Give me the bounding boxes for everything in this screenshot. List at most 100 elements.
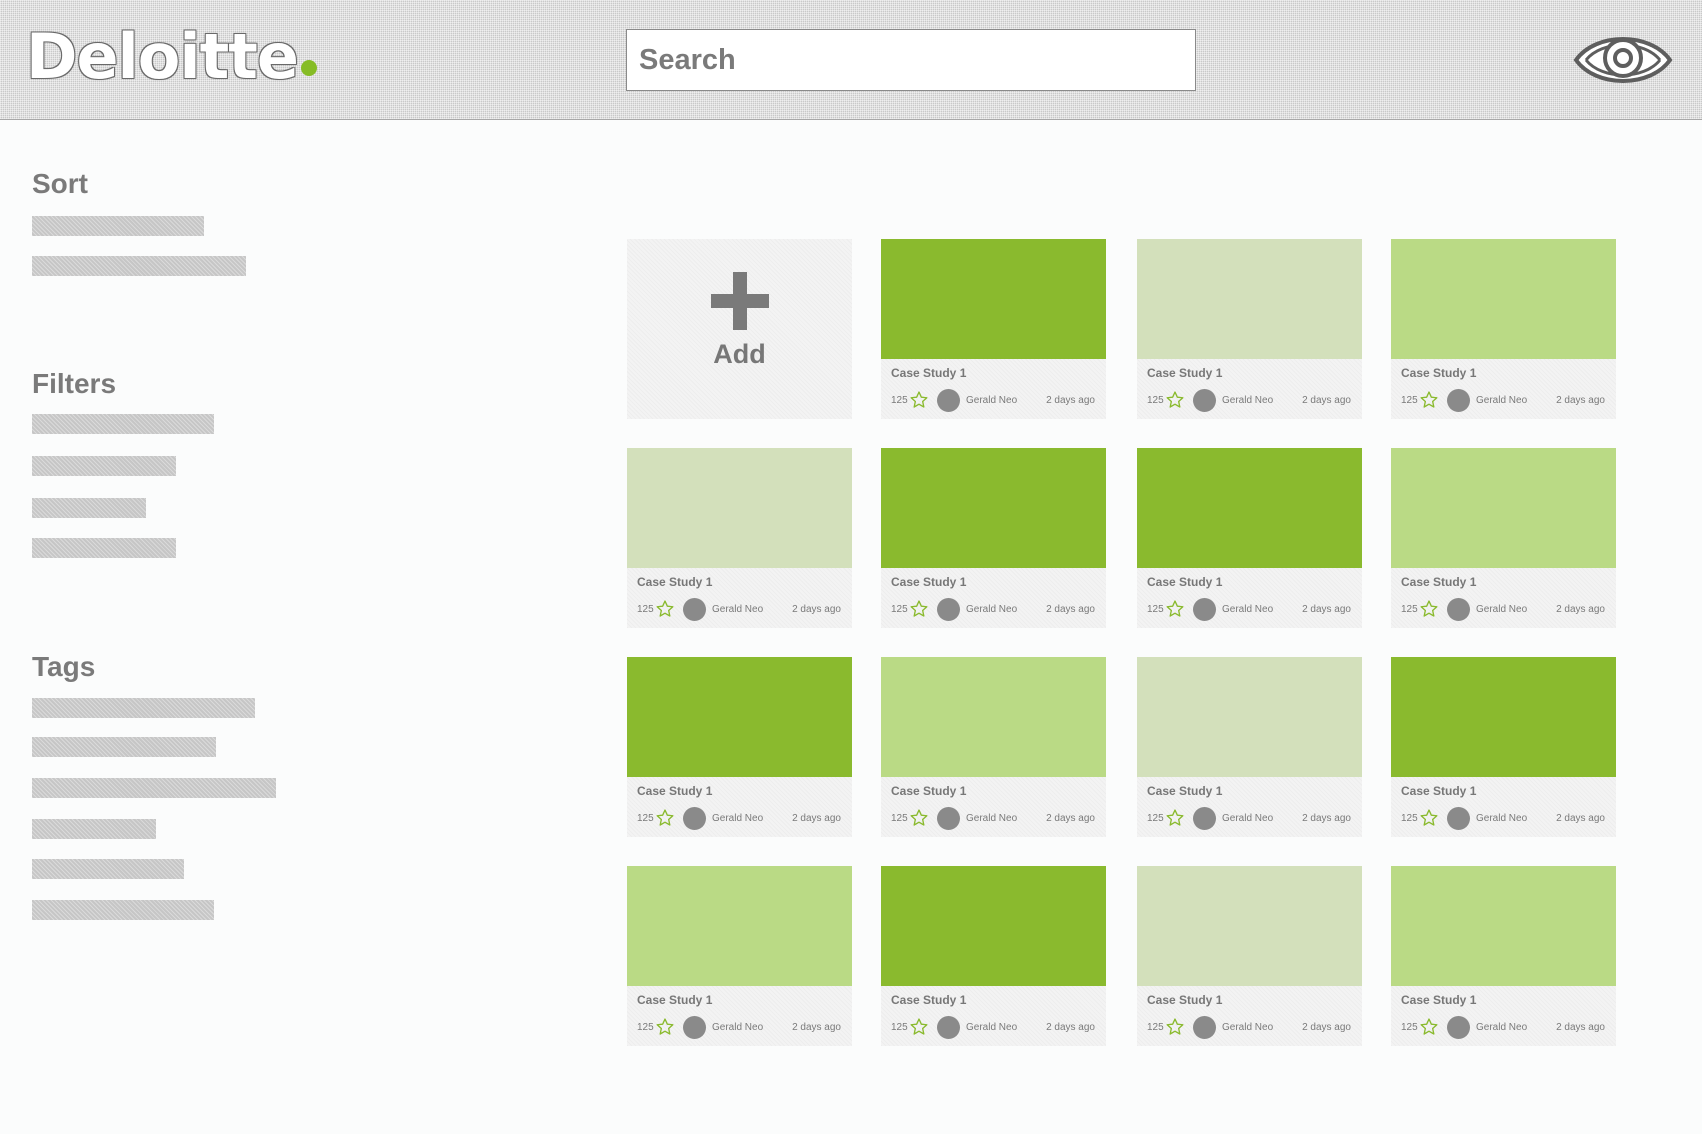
star-icon[interactable]	[1165, 390, 1185, 410]
author-name[interactable]: Gerald Neo	[712, 604, 784, 615]
case-study-thumbnail[interactable]	[627, 866, 852, 986]
author-name[interactable]: Gerald Neo	[1476, 813, 1548, 824]
tag-option[interactable]	[32, 737, 216, 757]
case-study-card[interactable]: Case Study 1 125 Gerald Neo 2 days ago	[627, 657, 852, 837]
avatar[interactable]	[937, 388, 960, 412]
tag-option[interactable]	[32, 859, 184, 879]
case-study-title[interactable]: Case Study 1	[637, 784, 712, 798]
author-name[interactable]: Gerald Neo	[1222, 813, 1294, 824]
case-study-thumbnail[interactable]	[627, 448, 852, 568]
case-study-card[interactable]: Case Study 1 125 Gerald Neo 2 days ago	[881, 866, 1106, 1046]
star-icon[interactable]	[1419, 599, 1439, 619]
author-name[interactable]: Gerald Neo	[1476, 604, 1548, 615]
author-name[interactable]: Gerald Neo	[1222, 604, 1294, 615]
avatar[interactable]	[1193, 597, 1216, 621]
case-study-thumbnail[interactable]	[1391, 448, 1616, 568]
case-study-title[interactable]: Case Study 1	[891, 993, 966, 1007]
case-study-card[interactable]: Case Study 1 125 Gerald Neo 2 days ago	[627, 448, 852, 628]
star-icon[interactable]	[909, 599, 929, 619]
avatar[interactable]	[1193, 1015, 1216, 1039]
case-study-card[interactable]: Case Study 1 125 Gerald Neo 2 days ago	[881, 657, 1106, 837]
case-study-card[interactable]: Case Study 1 125 Gerald Neo 2 days ago	[881, 239, 1106, 419]
star-icon[interactable]	[909, 808, 929, 828]
case-study-thumbnail[interactable]	[1137, 866, 1362, 986]
case-study-card[interactable]: Case Study 1 125 Gerald Neo 2 days ago	[1137, 239, 1362, 419]
star-icon[interactable]	[1165, 808, 1185, 828]
avatar[interactable]	[1193, 388, 1216, 412]
filter-option[interactable]	[32, 498, 146, 518]
star-icon[interactable]	[655, 808, 675, 828]
avatar[interactable]	[1447, 806, 1470, 830]
tag-option[interactable]	[32, 698, 255, 718]
case-study-card[interactable]: Case Study 1 125 Gerald Neo 2 days ago	[1137, 657, 1362, 837]
add-case-study-button[interactable]: Add	[627, 239, 852, 419]
case-study-title[interactable]: Case Study 1	[891, 784, 966, 798]
case-study-thumbnail[interactable]	[1137, 239, 1362, 359]
avatar[interactable]	[937, 806, 960, 830]
case-study-title[interactable]: Case Study 1	[1401, 575, 1476, 589]
filter-option[interactable]	[32, 538, 176, 558]
case-study-title[interactable]: Case Study 1	[637, 993, 712, 1007]
author-name[interactable]: Gerald Neo	[966, 1022, 1038, 1033]
case-study-title[interactable]: Case Study 1	[891, 575, 966, 589]
sort-option[interactable]	[32, 256, 246, 276]
case-study-title[interactable]: Case Study 1	[1401, 784, 1476, 798]
avatar[interactable]	[1447, 597, 1470, 621]
avatar[interactable]	[937, 1015, 960, 1039]
avatar[interactable]	[1193, 806, 1216, 830]
case-study-card[interactable]: Case Study 1 125 Gerald Neo 2 days ago	[1391, 239, 1616, 419]
search-box[interactable]	[626, 29, 1196, 91]
star-icon[interactable]	[1419, 390, 1439, 410]
star-icon[interactable]	[655, 599, 675, 619]
avatar[interactable]	[683, 1015, 706, 1039]
deloitte-logo[interactable]: Deloitte	[26, 20, 317, 90]
filter-option[interactable]	[32, 414, 214, 434]
tag-option[interactable]	[32, 778, 276, 798]
tag-option[interactable]	[32, 900, 214, 920]
avatar[interactable]	[683, 806, 706, 830]
case-study-thumbnail[interactable]	[1137, 448, 1362, 568]
star-icon[interactable]	[909, 390, 929, 410]
tag-option[interactable]	[32, 819, 156, 839]
star-icon[interactable]	[655, 1017, 675, 1037]
search-input[interactable]	[639, 43, 1183, 77]
case-study-thumbnail[interactable]	[1137, 657, 1362, 777]
star-icon[interactable]	[1419, 1017, 1439, 1037]
case-study-title[interactable]: Case Study 1	[1147, 784, 1222, 798]
filter-option[interactable]	[32, 456, 176, 476]
case-study-thumbnail[interactable]	[1391, 866, 1616, 986]
case-study-title[interactable]: Case Study 1	[891, 366, 966, 380]
case-study-card[interactable]: Case Study 1 125 Gerald Neo 2 days ago	[1137, 866, 1362, 1046]
author-name[interactable]: Gerald Neo	[1476, 395, 1548, 406]
avatar[interactable]	[1447, 388, 1470, 412]
star-icon[interactable]	[1165, 599, 1185, 619]
case-study-title[interactable]: Case Study 1	[1147, 993, 1222, 1007]
eye-icon[interactable]	[1572, 26, 1674, 94]
author-name[interactable]: Gerald Neo	[966, 604, 1038, 615]
case-study-card[interactable]: Case Study 1 125 Gerald Neo 2 days ago	[627, 866, 852, 1046]
avatar[interactable]	[1447, 1015, 1470, 1039]
case-study-thumbnail[interactable]	[881, 239, 1106, 359]
case-study-thumbnail[interactable]	[1391, 657, 1616, 777]
case-study-card[interactable]: Case Study 1 125 Gerald Neo 2 days ago	[881, 448, 1106, 628]
author-name[interactable]: Gerald Neo	[712, 813, 784, 824]
case-study-title[interactable]: Case Study 1	[1147, 366, 1222, 380]
case-study-card[interactable]: Case Study 1 125 Gerald Neo 2 days ago	[1391, 866, 1616, 1046]
case-study-title[interactable]: Case Study 1	[637, 575, 712, 589]
case-study-thumbnail[interactable]	[881, 657, 1106, 777]
star-icon[interactable]	[909, 1017, 929, 1037]
case-study-card[interactable]: Case Study 1 125 Gerald Neo 2 days ago	[1391, 657, 1616, 837]
author-name[interactable]: Gerald Neo	[966, 395, 1038, 406]
case-study-card[interactable]: Case Study 1 125 Gerald Neo 2 days ago	[1391, 448, 1616, 628]
avatar[interactable]	[937, 597, 960, 621]
case-study-thumbnail[interactable]	[627, 657, 852, 777]
avatar[interactable]	[683, 597, 706, 621]
sort-option[interactable]	[32, 216, 204, 236]
case-study-thumbnail[interactable]	[1391, 239, 1616, 359]
case-study-thumbnail[interactable]	[881, 866, 1106, 986]
case-study-title[interactable]: Case Study 1	[1147, 575, 1222, 589]
author-name[interactable]: Gerald Neo	[1476, 1022, 1548, 1033]
star-icon[interactable]	[1165, 1017, 1185, 1037]
star-icon[interactable]	[1419, 808, 1439, 828]
case-study-card[interactable]: Case Study 1 125 Gerald Neo 2 days ago	[1137, 448, 1362, 628]
